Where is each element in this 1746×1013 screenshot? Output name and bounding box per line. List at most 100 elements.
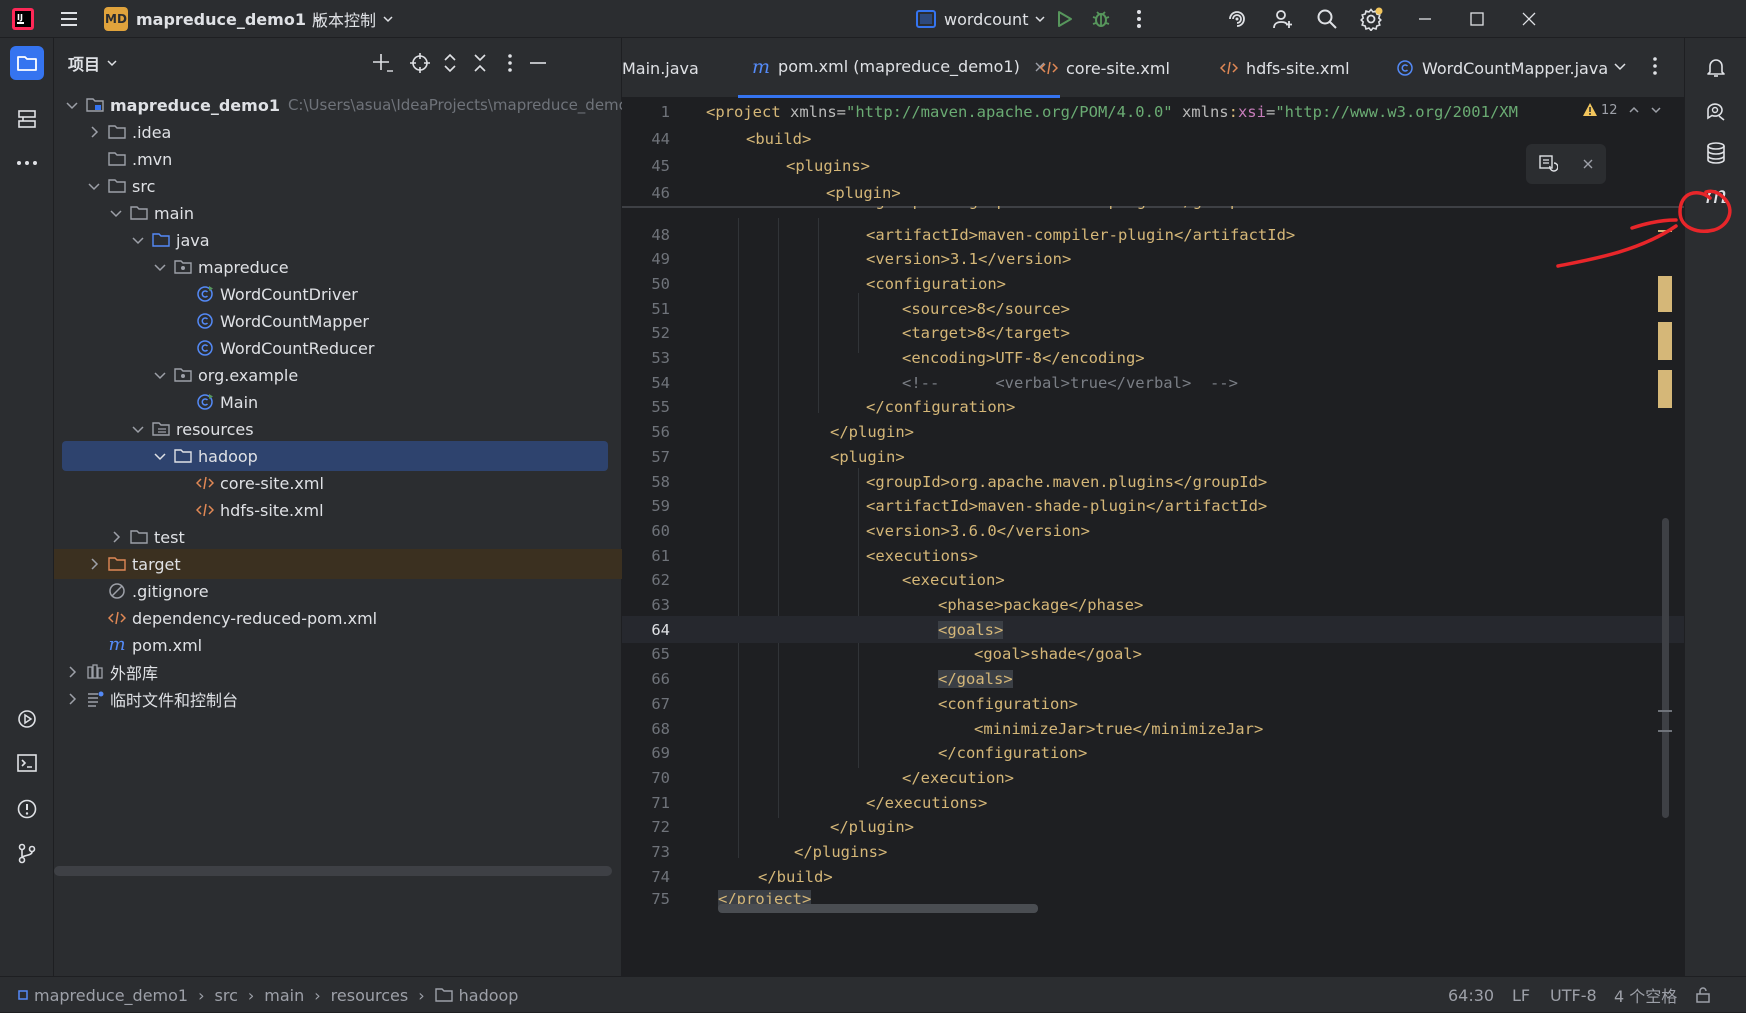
intellij-logo-icon[interactable]: IJ — [10, 6, 36, 32]
vcs-menu[interactable]: 版本控制 — [312, 0, 394, 38]
ai-assistant-icon[interactable] — [1224, 6, 1250, 32]
breadcrumb-item[interactable]: src — [215, 986, 238, 1005]
debug-icon[interactable] — [1088, 6, 1114, 32]
code-line[interactable]: 71 </executions> — [622, 789, 1662, 816]
indent-setting[interactable]: 4 个空格 — [1614, 977, 1677, 1013]
code-editor[interactable]: 1 <project xmlns="http://maven.apache.org… — [622, 98, 1684, 976]
tree-root[interactable]: mapreduce_demo1 C:\Users\asua\IdeaProjec… — [54, 90, 637, 120]
editor-horizontal-scrollbar[interactable] — [718, 904, 1038, 913]
tree-item-test[interactable]: test — [54, 522, 622, 552]
close-window-icon[interactable] — [1516, 6, 1542, 32]
tree-item-dependency-reduced-pom[interactable]: dependency-reduced-pom.xml — [54, 603, 622, 633]
code-line[interactable]: 63 <phase>package</phase> — [622, 592, 1662, 619]
locate-file-icon[interactable] — [408, 51, 432, 75]
tree-item-resources[interactable]: resources — [54, 414, 622, 444]
tab-hdfs-site[interactable]: hdfs-site.xml — [1220, 38, 1350, 98]
collapse-all-icon[interactable] — [468, 51, 492, 75]
add-user-icon[interactable] — [1270, 6, 1296, 32]
code-line[interactable]: 54 <!-- <verbal>true</verbal> --> — [622, 369, 1662, 396]
run-icon[interactable] — [1051, 6, 1077, 32]
database-icon[interactable] — [1699, 136, 1733, 170]
tree-item-pom[interactable]: m pom.xml — [54, 630, 622, 660]
settings-gear-icon[interactable] — [1358, 6, 1384, 32]
close-icon[interactable] — [1582, 158, 1594, 170]
sticky-line[interactable]: 44 <build> — [622, 125, 1662, 152]
code-line[interactable]: 68 <minimizeJar>true</minimizeJar> — [622, 715, 1662, 742]
tree-item-core-site[interactable]: core-site.xml — [54, 468, 622, 498]
minimize-icon[interactable] — [1412, 6, 1438, 32]
project-tool-window-icon[interactable] — [10, 46, 44, 80]
tree-item-wordcountdriver[interactable]: WordCountDriver — [54, 279, 622, 309]
tree-item-wordcountreducer[interactable]: WordCountReducer — [54, 333, 622, 363]
project-switcher[interactable]: MD mapreduce_demo1 — [104, 0, 324, 38]
code-line[interactable]: 59 <artifactId>maven-shade-plugin</artifa… — [622, 493, 1662, 520]
main-menu-icon[interactable] — [56, 6, 82, 32]
code-line[interactable]: 52 <target>8</target> — [622, 320, 1662, 347]
git-icon[interactable] — [10, 836, 44, 870]
tree-item-src[interactable]: src — [54, 171, 622, 201]
inspection-widget[interactable]: 12 — [1582, 102, 1662, 118]
lock-icon[interactable] — [1694, 977, 1712, 1013]
tab-pom-xml[interactable]: m pom.xml (mapreduce_demo1) — [738, 38, 1060, 98]
add-icon[interactable] — [370, 51, 394, 75]
tree-item-target[interactable]: target — [54, 549, 622, 579]
chevron-down-icon[interactable] — [1650, 104, 1662, 116]
project-horizontal-scrollbar[interactable] — [54, 866, 612, 876]
breadcrumb-item[interactable]: resources — [331, 986, 409, 1005]
problems-icon[interactable] — [10, 792, 44, 826]
tree-item-scratches[interactable]: 临时文件和控制台 — [54, 684, 622, 714]
tab-core-site[interactable]: core-site.xml — [1040, 38, 1170, 98]
code-line[interactable]: 67 <configuration> — [622, 690, 1662, 717]
search-icon[interactable] — [1314, 6, 1340, 32]
caret-position[interactable]: 64:30 — [1448, 977, 1494, 1013]
options-icon[interactable] — [498, 51, 522, 75]
file-encoding[interactable]: UTF-8 — [1550, 977, 1597, 1013]
tree-item-hdfs-site[interactable]: hdfs-site.xml — [54, 495, 622, 525]
code-line[interactable]: 73 </plugins> — [622, 839, 1662, 866]
code-line[interactable]: 51 <source>8</source> — [622, 295, 1662, 322]
tree-item-main-class[interactable]: Main — [54, 387, 622, 417]
services-icon[interactable] — [10, 702, 44, 736]
tree-item-mapreduce[interactable]: mapreduce — [54, 252, 622, 282]
code-line[interactable]: 72 </plugin> — [622, 814, 1662, 841]
more-tool-windows-icon[interactable] — [10, 146, 44, 180]
tab-wordcountmapper[interactable]: WordCountMapper.java — [1396, 38, 1608, 98]
code-line[interactable]: 57 <plugin> — [622, 443, 1662, 470]
tree-item-external-libraries[interactable]: 外部库 — [54, 657, 622, 687]
code-line[interactable]: 49 <version>3.1</version> — [622, 246, 1662, 273]
notifications-bell-icon[interactable] — [1699, 50, 1733, 84]
code-line[interactable]: 56 </plugin> — [622, 419, 1662, 446]
tree-item-java[interactable]: java — [54, 225, 622, 255]
code-line[interactable]: 70 </execution> — [622, 764, 1662, 791]
tab-main-java[interactable]: Main.java — [622, 38, 699, 98]
expand-all-icon[interactable] — [438, 51, 462, 75]
code-line-current[interactable]: 64 <goals> — [622, 616, 1684, 644]
tree-item-main[interactable]: main — [54, 198, 622, 228]
code-line[interactable]: 55 </configuration> — [622, 394, 1662, 421]
code-line[interactable]: 61 <executions> — [622, 542, 1662, 569]
more-actions-icon[interactable] — [1126, 6, 1152, 32]
tree-item-idea[interactable]: .idea — [54, 117, 622, 147]
code-line[interactable]: 74 </build> — [622, 863, 1662, 890]
terminal-icon[interactable] — [10, 746, 44, 780]
sticky-line[interactable]: 1 <project xmlns="http://maven.apache.org… — [622, 98, 1662, 125]
code-line[interactable]: 58 <groupId>org.apache.maven.plugins</gro… — [622, 468, 1662, 495]
tree-item-gitignore[interactable]: .gitignore — [54, 576, 622, 606]
ai-chat-icon[interactable] — [1699, 94, 1733, 128]
tab-list-chevron-icon[interactable] — [1612, 58, 1628, 74]
breadcrumb-item[interactable]: hadoop — [459, 986, 519, 1005]
maximize-icon[interactable] — [1464, 6, 1490, 32]
line-separator[interactable]: LF — [1512, 977, 1530, 1013]
code-line[interactable]: 48 <artifactId>maven-compiler-plugin</art… — [622, 221, 1662, 248]
hide-panel-icon[interactable] — [526, 51, 550, 75]
code-line[interactable]: 65 <goal>shade</goal> — [622, 641, 1662, 668]
breadcrumb-item[interactable]: main — [264, 986, 304, 1005]
tree-item-mvn[interactable]: .mvn — [54, 144, 622, 174]
code-line[interactable]: 62 <execution> — [622, 567, 1662, 594]
tree-item-wordcountmapper[interactable]: WordCountMapper — [54, 306, 622, 336]
code-line[interactable]: 50 <configuration> — [622, 270, 1662, 297]
tree-item-org-example[interactable]: org.example — [54, 360, 622, 390]
tab-options-icon[interactable] — [1652, 56, 1658, 76]
run-config-selector[interactable]: wordcount — [916, 0, 1046, 38]
editor-vertical-scrollbar[interactable] — [1662, 518, 1669, 818]
